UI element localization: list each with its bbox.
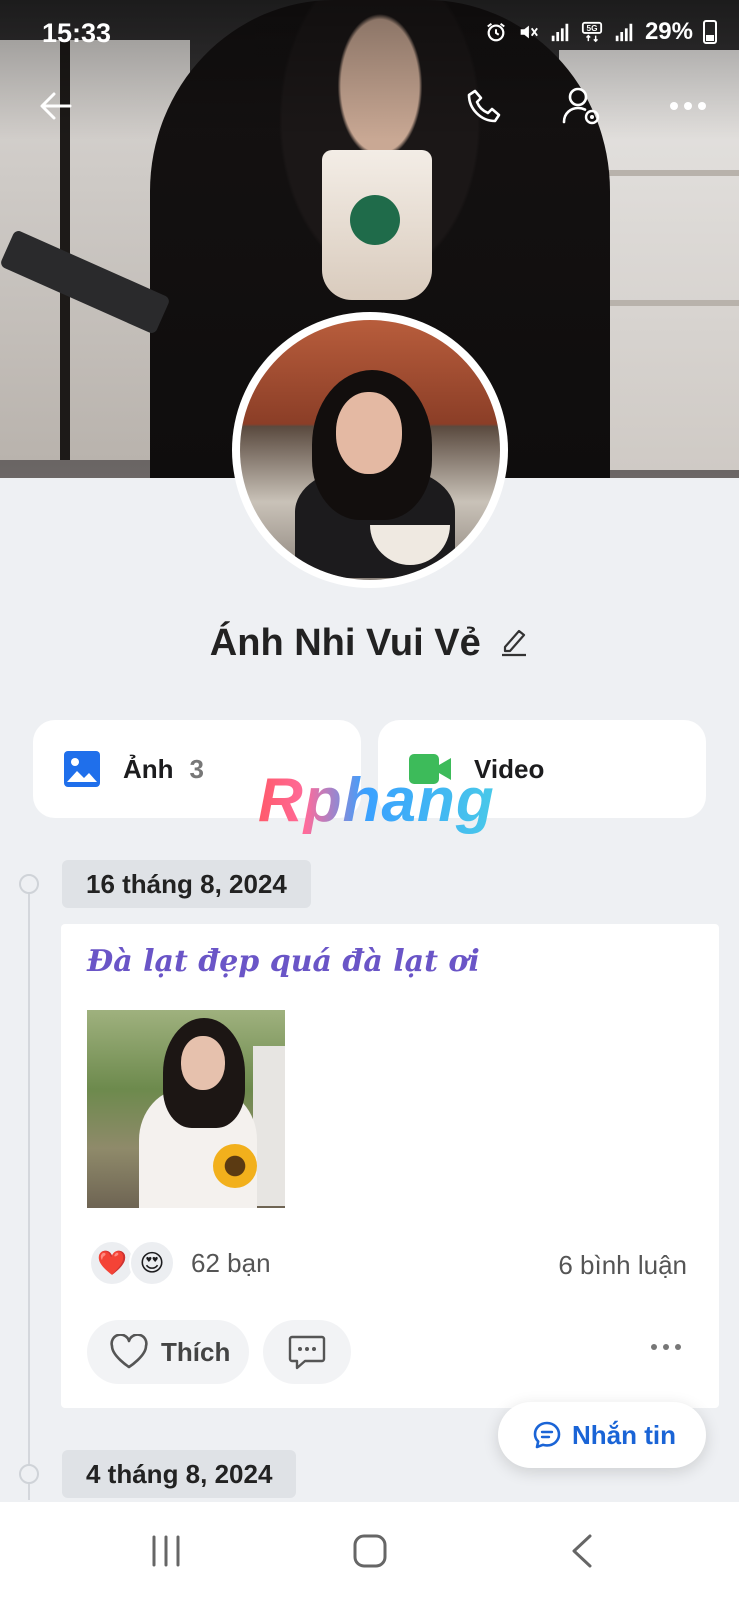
top-nav xyxy=(0,70,739,140)
avatar-image xyxy=(240,320,500,580)
post-photo[interactable] xyxy=(87,1010,285,1208)
post-card[interactable]: Đà lạt đẹp quá đà lạt ơi ❤️ 😍 62 bạn 6 b… xyxy=(61,924,719,1408)
cover-cup xyxy=(322,150,432,300)
reactions-summary[interactable]: ❤️ 😍 62 bạn xyxy=(89,1240,271,1286)
heart-outline-icon xyxy=(110,1334,148,1369)
back-arrow-icon xyxy=(40,92,72,120)
alarm-icon xyxy=(487,22,505,42)
chevron-left-icon xyxy=(572,1534,592,1568)
photos-count: 3 xyxy=(189,753,205,784)
pencil-icon xyxy=(502,629,527,657)
post-more-button[interactable] xyxy=(651,1344,681,1350)
signal-icon xyxy=(615,23,633,42)
system-nav-bar xyxy=(0,1502,739,1600)
back-button[interactable] xyxy=(28,78,84,134)
dot xyxy=(675,1344,681,1350)
photos-label: Ảnh xyxy=(123,753,174,784)
home-icon xyxy=(353,1534,387,1568)
avatar-face xyxy=(336,392,402,474)
avatar[interactable] xyxy=(232,312,508,588)
more-icon xyxy=(670,102,706,110)
more-options-button[interactable] xyxy=(660,78,716,134)
timeline-date: 4 tháng 8, 2024 xyxy=(62,1450,297,1498)
phone-icon xyxy=(467,89,501,123)
comment-button[interactable] xyxy=(263,1320,351,1384)
home-button[interactable] xyxy=(340,1526,400,1576)
profile-settings-button[interactable] xyxy=(554,78,610,134)
photo-wall xyxy=(253,1046,285,1206)
watermark-logo: Rphang xyxy=(258,766,495,835)
edit-name-button[interactable] xyxy=(499,625,529,662)
status-time: 15:33 xyxy=(42,18,112,48)
5g-icon: 5G xyxy=(581,21,603,43)
recent-apps-icon xyxy=(152,1535,180,1567)
comment-count[interactable]: 6 bình luận xyxy=(558,1250,687,1281)
call-button[interactable] xyxy=(456,78,512,134)
profile-name-row: Ánh Nhi Vui Vẻ xyxy=(0,622,739,665)
photo-icon xyxy=(64,751,100,787)
message-label: Nhắn tin xyxy=(572,1419,676,1450)
svg-text:5G: 5G xyxy=(586,24,597,33)
heart-eyes-reaction-icon: 😍 xyxy=(129,1240,175,1286)
timeline-dot xyxy=(19,1464,39,1484)
status-icons: 5G 29% xyxy=(485,18,717,46)
comment-icon xyxy=(288,1335,326,1370)
like-button[interactable]: Thích xyxy=(87,1320,249,1384)
dot xyxy=(663,1344,669,1350)
battery-percent: 29% xyxy=(644,18,693,45)
battery-icon xyxy=(703,20,717,44)
photo-face xyxy=(181,1036,225,1090)
profile-name: Ánh Nhi Vui Vẻ xyxy=(209,622,481,664)
reaction-count: 62 bạn xyxy=(191,1247,271,1278)
status-bar: 15:33 5G 29% xyxy=(0,0,739,70)
mute-icon xyxy=(520,25,538,39)
user-settings-icon xyxy=(562,87,600,125)
message-button[interactable]: Nhắn tin xyxy=(498,1402,706,1468)
timeline-date: 16 tháng 8, 2024 xyxy=(62,860,311,908)
like-label: Thích xyxy=(161,1336,231,1367)
timeline-dot xyxy=(19,874,39,894)
timeline-line xyxy=(28,880,30,1500)
signal-icon xyxy=(551,23,569,42)
sunflower xyxy=(213,1144,257,1188)
chat-bubble-icon xyxy=(533,1421,561,1449)
recent-apps-button[interactable] xyxy=(136,1526,196,1576)
post-caption: Đà lạt đẹp quá đà lạt ơi xyxy=(87,944,480,979)
dot xyxy=(651,1344,657,1350)
system-back-button[interactable] xyxy=(552,1526,612,1576)
